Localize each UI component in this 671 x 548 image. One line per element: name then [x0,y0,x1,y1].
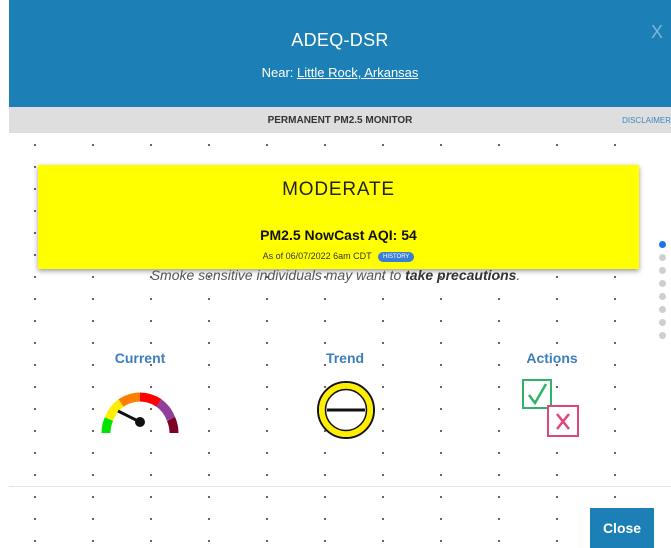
steady-trend-icon[interactable] [315,379,377,446]
carousel-pagination[interactable] [659,241,667,345]
close-button[interactable]: Close [590,508,654,548]
aqi-timestamp: As of 06/07/2022 6am CDT HISTORY [38,251,639,262]
station-location: Near: Little Rock, Arkansas [9,65,671,80]
footer-divider [9,486,671,487]
aqi-reading: PM2.5 NowCast AQI: 54 [38,227,639,243]
close-x-button[interactable]: X [651,22,663,43]
monitor-type-label: PERMANENT PM2.5 MONITOR [267,115,413,126]
pagination-dot[interactable] [659,293,666,300]
checkbox-actions-icon[interactable] [520,376,584,445]
actions-heading: Actions [526,350,578,366]
advisory-text: Smoke sensitive individuals may want to [150,267,402,283]
pagination-dot[interactable] [659,319,666,326]
aqi-category: MODERATE [282,179,395,200]
pagination-dot[interactable] [659,306,666,313]
pagination-dot[interactable] [659,241,666,248]
advisory-emphasis: take precautions [405,267,517,283]
aqi-reading-label: PM2.5 NowCast AQI: [260,227,398,243]
current-heading: Current [114,350,166,366]
trend-heading: Trend [325,350,365,366]
monitor-type-bar: PERMANENT PM2.5 MONITOR DISCLAIMER [9,107,671,133]
station-title: ADEQ-DSR [291,30,389,50]
aqi-reading-value: 54 [401,227,417,243]
aqi-gauge-icon[interactable] [98,378,182,445]
popup-header: ADEQ-DSR Near: Little Rock, Arkansas X [9,0,671,107]
pagination-dot[interactable] [659,332,666,339]
pagination-dot[interactable] [659,254,666,261]
health-advisory: Smoke sensitive individuals may want to … [0,267,671,283]
as-of-text: As of 06/07/2022 6am CDT [262,251,372,261]
location-link[interactable]: Little Rock, Arkansas [297,65,418,80]
history-button[interactable]: HISTORY [377,252,415,262]
advisory-period: . [516,267,521,283]
disclaimer-link[interactable]: DISCLAIMER [622,116,671,125]
aqi-category-box: MODERATE PM2.5 NowCast AQI: 54 As of 06/… [38,165,639,269]
near-label: Near: [261,65,294,80]
